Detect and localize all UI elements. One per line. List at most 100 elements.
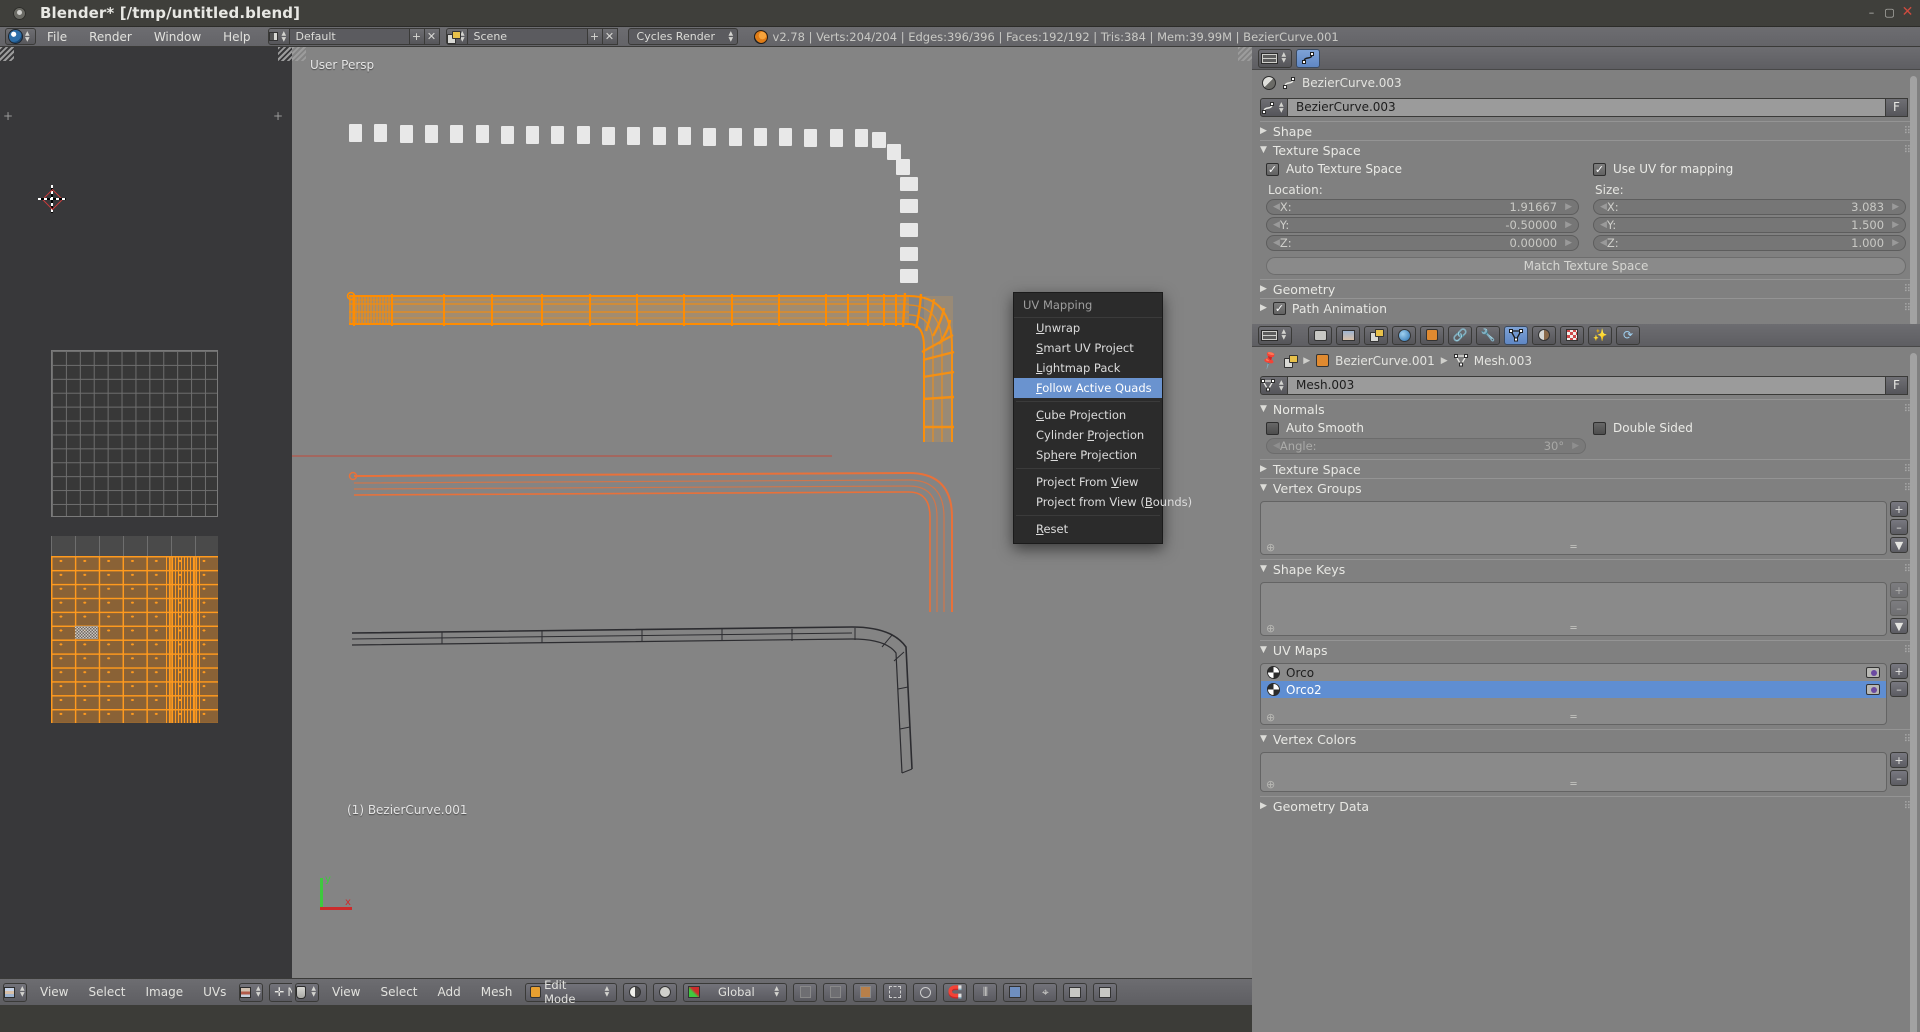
editor-type-3dview-button[interactable]: ▲ ▼	[295, 982, 319, 1002]
menu-window[interactable]: Window	[143, 27, 212, 47]
snap-element-selector[interactable]: ⦀	[973, 982, 998, 1002]
pivot-point-selector[interactable]	[653, 982, 678, 1002]
menu-help[interactable]: Help	[212, 27, 261, 47]
panel-uv-maps[interactable]: ▼ UV Maps ⠿	[1260, 640, 1912, 659]
context-menu-item-reset[interactable]: Reset	[1014, 519, 1162, 539]
mesh-name-input[interactable]: Mesh.003	[1288, 376, 1886, 395]
close-button[interactable]: ✕	[1901, 5, 1914, 19]
list-grip-icon[interactable]: ═	[1570, 542, 1576, 553]
context-menu-item-smart-uv-project[interactable]: Smart UV Project	[1014, 338, 1162, 358]
editor-type-info-button[interactable]: ▲ ▼	[5, 28, 36, 45]
uv-menu-uvs[interactable]: UVs	[193, 979, 236, 1006]
panel-mesh-texture-space[interactable]: ▶ Texture Space ⠿	[1260, 459, 1912, 478]
uv-unwrapped-mesh[interactable]	[49, 554, 220, 725]
screen-layout-name[interactable]: Default	[289, 28, 410, 45]
proportional-edit-selector[interactable]	[913, 982, 938, 1002]
auto-smooth-angle-field[interactable]: ◀ Angle: 30° ▶	[1266, 438, 1586, 454]
mesh-fake-user-button[interactable]: F	[1886, 376, 1908, 395]
add-vertex-group-button[interactable]: +	[1890, 501, 1908, 517]
render-engine-selector[interactable]: Cycles Render ▲ ▼	[627, 28, 738, 45]
list-grip-icon[interactable]: ═	[1570, 623, 1576, 634]
add-screen-layout-button[interactable]: +	[409, 28, 425, 45]
expand-list-icon[interactable]: ⊕	[1266, 711, 1275, 724]
panel-geometry-data[interactable]: ▶ Geometry Data ⠿	[1260, 796, 1912, 815]
render-animation-button[interactable]	[1093, 982, 1118, 1002]
delete-screen-layout-button[interactable]: ✕	[424, 28, 440, 45]
scene-name[interactable]: Scene	[467, 28, 588, 45]
panel-shape-keys[interactable]: ▼ Shape Keys ⠿	[1260, 559, 1912, 578]
expand-list-icon[interactable]: ⊕	[1266, 778, 1275, 791]
edge-select-mode-button[interactable]	[823, 982, 848, 1002]
size-z-field[interactable]: ◀ Z: 1.000 ▶	[1593, 235, 1906, 251]
remove-shape-key-button[interactable]: –	[1890, 600, 1908, 616]
toolbar-expand-icon[interactable]: +	[3, 109, 13, 123]
area-corner-handle[interactable]	[278, 47, 292, 61]
use-uv-for-mapping-checkbox[interactable]: ✓ Use UV for mapping	[1593, 162, 1906, 176]
editor-type-properties-button[interactable]: ▲ ▼	[1258, 48, 1292, 68]
curve-fake-user-button[interactable]: F	[1886, 98, 1908, 117]
minimize-button[interactable]: –	[1865, 6, 1878, 19]
area-corner-handle[interactable]	[0, 47, 14, 61]
mesh-datablock-icon-button[interactable]: ▲ ▼	[1260, 376, 1288, 395]
tab-object-data[interactable]	[1504, 325, 1528, 345]
context-menu-item-sphere-projection[interactable]: Sphere Projection	[1014, 445, 1162, 465]
uv-menu-image[interactable]: Image	[136, 979, 194, 1006]
context-menu-item-lightmap-pack[interactable]: Lightmap Pack	[1014, 358, 1162, 378]
tab-material[interactable]	[1532, 325, 1556, 345]
location-z-field[interactable]: ◀ Z: 0.00000 ▶	[1266, 235, 1579, 251]
uv-canvas[interactable]: + +	[0, 47, 292, 978]
panel-shape[interactable]: ▶ Shape ⠿	[1260, 121, 1912, 140]
context-menu-item-project-from-view[interactable]: Project From View	[1014, 472, 1162, 492]
shape-key-specials-button[interactable]: ▼	[1890, 618, 1908, 634]
expand-list-icon[interactable]: ⊕	[1266, 622, 1275, 635]
panel-vertex-groups[interactable]: ▼ Vertex Groups ⠿	[1260, 478, 1912, 497]
add-scene-button[interactable]: +	[587, 28, 603, 45]
tab-constraints[interactable]: 🔗	[1448, 325, 1472, 345]
editor-type-uv-button[interactable]: ▲ ▼	[3, 982, 27, 1002]
list-grip-icon[interactable]: ═	[1570, 712, 1576, 723]
curve-panel-scrollbar[interactable]	[1910, 76, 1917, 326]
auto-texture-space-checkbox[interactable]: ✓ Auto Texture Space	[1266, 162, 1579, 176]
auto-smooth-checkbox[interactable]: Auto Smooth	[1266, 421, 1579, 435]
face-select-mode-button[interactable]	[853, 982, 878, 1002]
add-shape-key-button[interactable]: +	[1890, 582, 1908, 598]
viewport-shading-selector[interactable]	[623, 982, 648, 1002]
2d-cursor[interactable]	[38, 185, 66, 213]
vertex-groups-listbox[interactable]: ⊕ ═	[1260, 501, 1887, 555]
expand-list-icon[interactable]: ⊕	[1266, 541, 1275, 554]
location-x-field[interactable]: ◀ X: 1.91667 ▶	[1266, 199, 1579, 215]
uv-menu-view[interactable]: View	[30, 979, 78, 1006]
vertex-select-mode-button[interactable]	[793, 982, 818, 1002]
maximize-button[interactable]: ▢	[1883, 6, 1896, 19]
add-vertex-color-button[interactable]: +	[1890, 752, 1908, 768]
context-menu-item-unwrap[interactable]: Unwrap	[1014, 318, 1162, 338]
delete-scene-button[interactable]: ✕	[602, 28, 618, 45]
tab-world[interactable]	[1392, 325, 1416, 345]
uv-map-render-camera-icon[interactable]	[1866, 667, 1880, 678]
limit-selection-visible-button[interactable]	[883, 982, 908, 1002]
match-texture-space-button[interactable]: Match Texture Space	[1266, 257, 1906, 275]
context-menu-item-cube-projection[interactable]: Cube Projection	[1014, 405, 1162, 425]
viewport-menu-select[interactable]: Select	[370, 979, 427, 1006]
vertex-colors-listbox[interactable]: ⊕ ═	[1260, 752, 1887, 792]
panel-path-animation[interactable]: ▶ ✓ Path Animation ⠿	[1260, 298, 1912, 317]
vertex-group-specials-button[interactable]: ▼	[1890, 537, 1908, 553]
size-y-field[interactable]: ◀ Y: 1.500 ▶	[1593, 217, 1906, 233]
menu-file[interactable]: File	[36, 27, 78, 47]
uv-map-render-camera-icon[interactable]	[1866, 684, 1880, 695]
image-browse-button[interactable]: ▲ ▼	[239, 982, 264, 1002]
screen-layout-icon[interactable]: ▲ ▼	[267, 28, 290, 45]
viewport-menu-mesh[interactable]: Mesh	[471, 979, 523, 1006]
tab-object[interactable]	[1420, 325, 1444, 345]
context-menu-item-project-from-view-bounds[interactable]: Project from View (Bounds)	[1014, 492, 1192, 512]
mesh-analysis-button[interactable]	[1003, 982, 1028, 1002]
panel-expand-icon[interactable]: +	[273, 109, 283, 123]
size-x-field[interactable]: ◀ X: 3.083 ▶	[1593, 199, 1906, 215]
tab-render[interactable]	[1308, 325, 1332, 345]
viewport-menu-view[interactable]: View	[322, 979, 370, 1006]
remove-uv-map-button[interactable]: –	[1890, 681, 1908, 697]
tab-render-layers[interactable]	[1336, 325, 1360, 345]
panel-geometry[interactable]: ▶ Geometry ⠿	[1260, 279, 1912, 298]
tab-scene[interactable]	[1364, 325, 1388, 345]
tab-curve-data[interactable]	[1296, 48, 1320, 68]
